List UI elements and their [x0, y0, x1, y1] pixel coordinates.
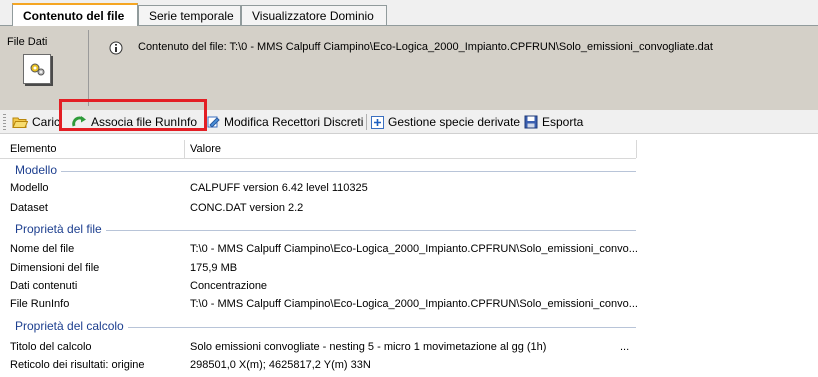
row-value: 298501,0 X(m); 4625817,2 Y(m) 33N: [190, 359, 371, 371]
row-value: Concentrazione: [190, 280, 268, 292]
table-row[interactable]: Nome del file T:\0 - MMS Calpuff Ciampin…: [0, 242, 638, 258]
gestione-specie-button[interactable]: Gestione specie derivate: [371, 113, 520, 131]
save-disk-icon: [524, 115, 538, 129]
panel-divider: [88, 30, 89, 106]
row-key: Dataset: [10, 202, 48, 214]
carica-label: Caric: [32, 115, 61, 129]
receptor-edit-icon: [206, 115, 220, 129]
column-header-valore[interactable]: Valore: [190, 143, 221, 155]
property-grid: Elemento Valore Modello Modello CALPUFF …: [0, 134, 818, 377]
esporta-button[interactable]: Esporta: [524, 113, 583, 131]
tab-serie-temporale[interactable]: Serie temporale: [138, 5, 241, 25]
tab-visualizzatore-dominio[interactable]: Visualizzatore Dominio: [241, 5, 387, 25]
column-end-divider[interactable]: [636, 140, 637, 158]
section-rule: [15, 171, 636, 172]
row-key: Dimensioni del file: [10, 262, 100, 274]
carica-button[interactable]: Caric: [12, 113, 60, 131]
modifica-recettori-button[interactable]: Modifica Recettori Discreti: [206, 113, 363, 131]
toolbar-grip[interactable]: [3, 114, 6, 130]
section-rule: [15, 230, 636, 231]
grid-header: Elemento Valore: [0, 140, 637, 159]
toolbar-separator: [366, 114, 367, 130]
row-value: CALPUFF version 6.42 level 110325: [190, 182, 368, 194]
data-file-icon[interactable]: [23, 54, 51, 84]
row-key: Nome del file: [10, 243, 75, 255]
row-key: Titolo del calcolo: [10, 341, 92, 353]
table-row[interactable]: File RunInfo T:\0 - MMS Calpuff Ciampino…: [0, 297, 638, 313]
row-value: Solo emissioni convogliate - nesting 5 -…: [190, 341, 547, 353]
info-panel: File Dati Contenuto del file: T:\0 - MMS…: [0, 26, 818, 111]
section-title: Proprietà del calcolo: [15, 319, 128, 333]
row-value: T:\0 - MMS Calpuff Ciampino\Eco-Logica_2…: [190, 298, 638, 310]
modifica-label: Modifica Recettori Discreti: [224, 115, 364, 129]
plus-box-icon: [371, 115, 384, 129]
section-title: Modello: [15, 163, 62, 177]
section-title: Proprietà del file: [15, 222, 106, 236]
section-proprieta-calcolo[interactable]: Proprietà del calcolo: [0, 319, 636, 335]
table-row[interactable]: Dati contenuti Concentrazione: [0, 279, 636, 295]
folder-open-icon: [12, 115, 28, 129]
row-key: Reticolo dei risultati: origine: [10, 359, 145, 371]
green-arrow-icon: [71, 115, 87, 129]
section-modello[interactable]: Modello: [0, 163, 636, 179]
row-value: CONC.DAT version 2.2: [190, 202, 304, 214]
associa-runinfo-button[interactable]: Associa file RunInfo: [71, 113, 197, 131]
table-row[interactable]: Dataset CONC.DAT version 2.2: [0, 201, 636, 217]
column-divider[interactable]: [184, 140, 185, 158]
info-icon: [109, 41, 123, 58]
tab-strip: Contenuto del file Serie temporale Visua…: [0, 0, 818, 26]
row-value: 175,9 MB: [190, 262, 238, 274]
associa-label: Associa file RunInfo: [91, 115, 198, 129]
column-header-elemento[interactable]: Elemento: [10, 143, 56, 155]
ellipsis-button[interactable]: ...: [620, 341, 629, 353]
table-row[interactable]: Dimensioni del file 175,9 MB: [0, 261, 636, 277]
section-proprieta-file[interactable]: Proprietà del file: [0, 222, 636, 238]
row-key: File RunInfo: [10, 298, 70, 310]
row-key: Modello: [10, 182, 49, 194]
table-row[interactable]: Titolo del calcolo Solo emissioni convog…: [0, 340, 636, 356]
toolbar: Caric Associa file RunInfo Modifica Rece…: [0, 110, 818, 134]
file-data-label: File Dati: [7, 36, 48, 48]
gestione-label: Gestione specie derivate: [388, 115, 521, 129]
row-key: Dati contenuti: [10, 280, 78, 292]
row-value: T:\0 - MMS Calpuff Ciampino\Eco-Logica_2…: [190, 243, 638, 255]
tab-contenuto-del-file[interactable]: Contenuto del file: [12, 3, 138, 26]
table-row[interactable]: Modello CALPUFF version 6.42 level 11032…: [0, 181, 636, 197]
table-row[interactable]: Reticolo dei risultati: origine 298501,0…: [0, 358, 636, 374]
file-content-message: Contenuto del file: T:\0 - MMS Calpuff C…: [138, 41, 713, 53]
esporta-label: Esporta: [542, 115, 584, 129]
